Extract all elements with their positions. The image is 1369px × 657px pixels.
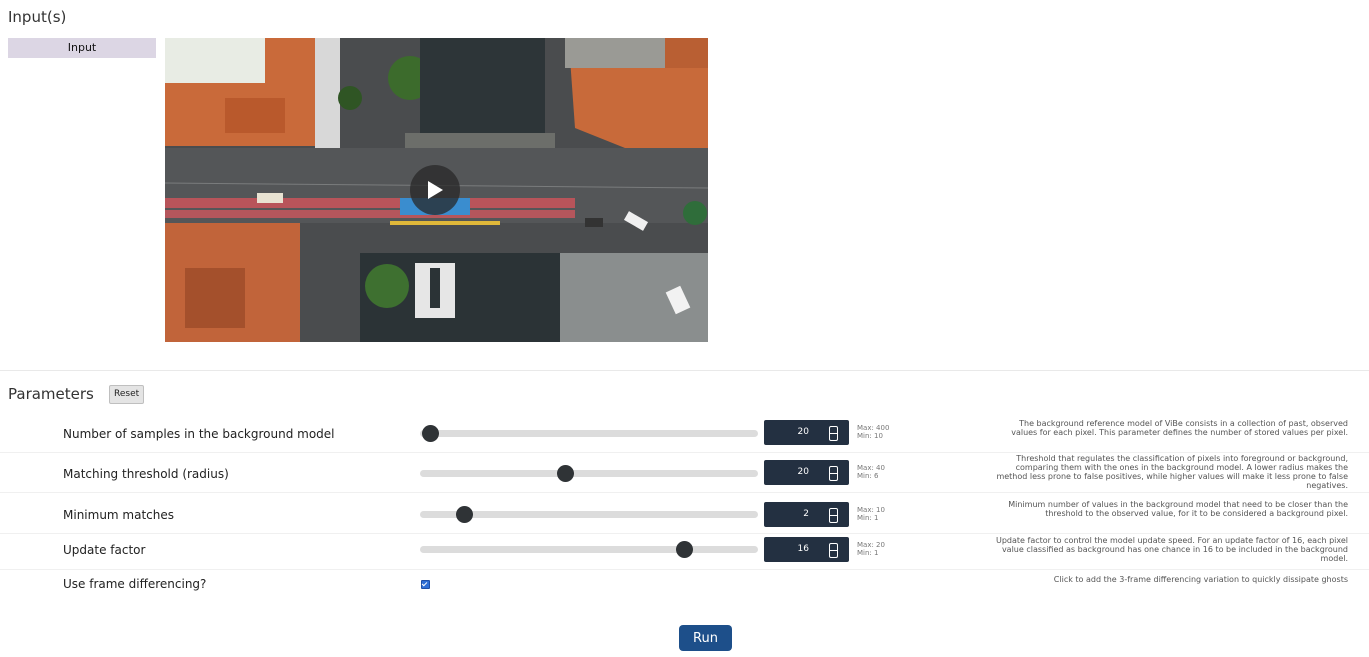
param-label: Update factor bbox=[63, 543, 146, 557]
slider-thumb[interactable] bbox=[675, 541, 693, 558]
param-row-threshold: Matching threshold (radius) 20 Max: 40 Mi… bbox=[0, 454, 1369, 493]
spinner-icon[interactable] bbox=[829, 466, 838, 481]
slider-thumb[interactable] bbox=[557, 465, 575, 482]
samples-number-input[interactable]: 20 bbox=[764, 420, 849, 445]
reset-button[interactable]: Reset bbox=[109, 385, 145, 404]
param-row-update-factor: Update factor 16 Max: 20 Min: 1 Update fa… bbox=[0, 533, 1369, 570]
number-value: 20 bbox=[797, 467, 809, 477]
play-icon bbox=[428, 181, 443, 199]
number-value: 20 bbox=[797, 427, 809, 437]
spinner-icon[interactable] bbox=[829, 508, 838, 523]
parameters-section-title: Parameters bbox=[8, 385, 94, 403]
frame-differencing-checkbox[interactable] bbox=[421, 580, 430, 589]
threshold-slider[interactable] bbox=[420, 465, 758, 482]
spinner-icon[interactable] bbox=[829, 426, 838, 441]
spinner-icon[interactable] bbox=[829, 543, 838, 558]
run-button[interactable]: Run bbox=[679, 625, 732, 651]
min-matches-number-input[interactable]: 2 bbox=[764, 502, 849, 527]
param-description: Threshold that regulates the classificat… bbox=[996, 454, 1348, 490]
input-tab[interactable]: Input bbox=[8, 38, 156, 58]
range-hint: Max: 20 Min: 1 bbox=[857, 541, 885, 557]
param-label: Minimum matches bbox=[63, 508, 175, 522]
param-label: Use frame differencing? bbox=[63, 577, 207, 591]
update-factor-slider[interactable] bbox=[420, 541, 758, 558]
update-factor-number-input[interactable]: 16 bbox=[764, 537, 849, 562]
param-description: Click to add the 3-frame differencing va… bbox=[1053, 575, 1348, 584]
param-description: Update factor to control the model updat… bbox=[996, 536, 1349, 563]
inputs-section-title: Input(s) bbox=[8, 8, 67, 26]
param-row-frame-differencing: Use frame differencing? Click to add the… bbox=[0, 570, 1369, 606]
number-value: 2 bbox=[803, 509, 809, 519]
range-hint: Max: 40 Min: 6 bbox=[857, 464, 885, 480]
param-label: Matching threshold (radius) bbox=[63, 467, 229, 481]
param-row-samples: Number of samples in the background mode… bbox=[0, 416, 1369, 453]
slider-thumb[interactable] bbox=[455, 506, 473, 523]
min-matches-slider[interactable] bbox=[420, 506, 758, 523]
video-player[interactable] bbox=[165, 38, 708, 342]
param-description: Minimum number of values in the backgrou… bbox=[1008, 500, 1348, 518]
samples-slider[interactable] bbox=[420, 425, 758, 442]
section-divider bbox=[0, 370, 1369, 371]
slider-thumb[interactable] bbox=[422, 425, 440, 442]
param-label: Number of samples in the background mode… bbox=[63, 427, 335, 441]
number-value: 16 bbox=[797, 544, 809, 554]
param-description: The background reference model of ViBe c… bbox=[1011, 419, 1348, 437]
range-hint: Max: 400 Min: 10 bbox=[857, 424, 890, 440]
threshold-number-input[interactable]: 20 bbox=[764, 460, 849, 485]
range-hint: Max: 10 Min: 1 bbox=[857, 506, 885, 522]
param-row-min-matches: Minimum matches 2 Max: 10 Min: 1 Minimum … bbox=[0, 497, 1369, 534]
play-button[interactable] bbox=[410, 165, 460, 215]
